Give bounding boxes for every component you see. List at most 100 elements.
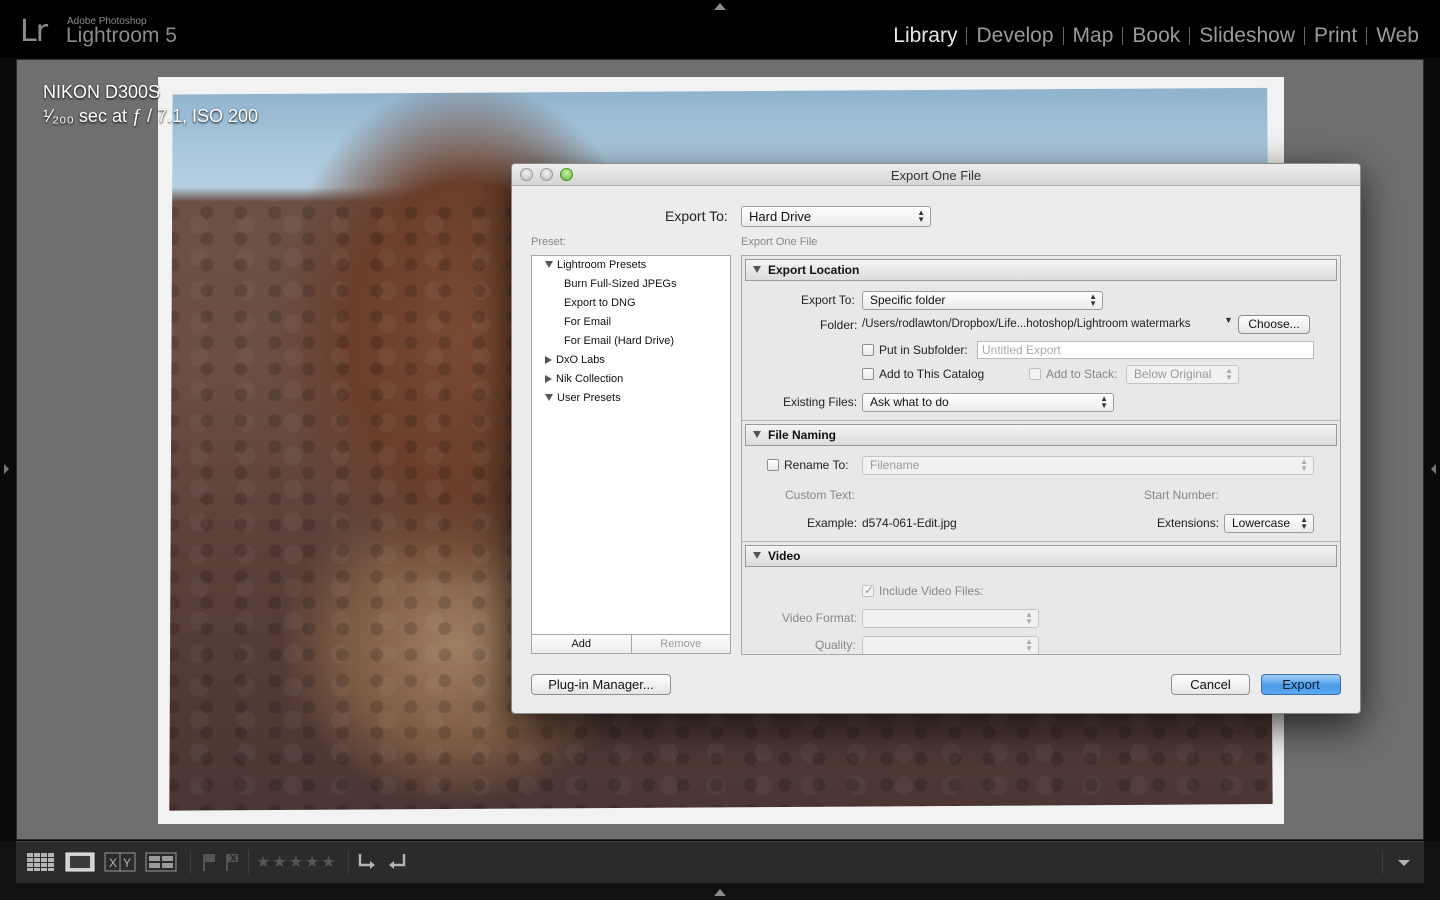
subfolder-checkbox[interactable]	[862, 344, 874, 356]
preset-folder-user[interactable]: User Presets	[545, 392, 621, 404]
add-to-catalog-label: Add to This Catalog	[879, 367, 985, 381]
collapse-top-panel-icon[interactable]	[714, 3, 726, 10]
add-to-stack-checkbox[interactable]	[1029, 368, 1041, 380]
camera-model: NIKON D300S	[43, 82, 161, 102]
disclosure-open-icon	[753, 552, 761, 559]
dialog-titlebar[interactable]: Export One File	[512, 164, 1360, 186]
existing-files-label: Existing Files:	[783, 395, 858, 409]
rename-template-select[interactable]: Filename ▲ ▼	[862, 456, 1314, 475]
example-filename: d574-061-Edit.jpg	[862, 516, 957, 530]
folder-history-icon[interactable]: ▼	[1224, 315, 1233, 325]
preset-buttons: Add Remove	[532, 634, 730, 653]
video-format-select[interactable]: ▲ ▼	[862, 609, 1039, 628]
preset-item[interactable]: For Email (Hard Drive)	[564, 335, 674, 347]
select-arrows-icon: ▲ ▼	[1025, 610, 1033, 626]
module-map[interactable]: Map	[1064, 24, 1123, 48]
expand-left-panel-icon[interactable]	[4, 464, 9, 474]
add-to-catalog-checkbox[interactable]	[862, 368, 874, 380]
select-arrows-icon: ▲ ▼	[1225, 366, 1233, 382]
extensions-select[interactable]: Lowercase ▲ ▼	[1224, 514, 1314, 533]
module-print[interactable]: Print	[1305, 24, 1366, 48]
module-slideshow[interactable]: Slideshow	[1190, 24, 1304, 48]
existing-files-select[interactable]: Ask what to do ▲ ▼	[862, 393, 1114, 412]
rotate-right-icon[interactable]	[386, 851, 408, 873]
lightroom-logo: Lr	[20, 14, 48, 49]
loupe-view-icon[interactable]	[65, 851, 95, 873]
collapse-filmstrip-icon[interactable]	[714, 889, 726, 896]
export-to-label: Export To:	[665, 208, 728, 224]
section-divider	[742, 420, 1340, 421]
compare-view-icon[interactable]: XY	[104, 851, 136, 873]
toolbar-content-menu-icon[interactable]	[1396, 851, 1412, 873]
include-video-checkbox[interactable]	[862, 583, 874, 597]
disclosure-closed-icon	[545, 375, 552, 383]
disclosure-closed-icon	[545, 356, 552, 364]
lightroom-window: Lr Adobe Photoshop Lightroom 5 Library D…	[0, 0, 1440, 900]
include-video-label: Include Video Files:	[879, 584, 984, 598]
top-bar: Lr Adobe Photoshop Lightroom 5 Library D…	[0, 0, 1440, 58]
module-web[interactable]: Web	[1367, 24, 1428, 48]
select-arrows-icon: ▲ ▼	[917, 208, 925, 224]
disclosure-open-icon	[753, 431, 761, 438]
quality-label: Quality:	[815, 638, 856, 652]
preset-item[interactable]: For Email	[564, 316, 611, 328]
export-button[interactable]: Export	[1261, 674, 1341, 695]
start-number-label: Start Number:	[1144, 488, 1219, 502]
disclosure-open-icon	[753, 266, 761, 273]
rating-stars[interactable]: ★★★★★	[256, 852, 338, 872]
subfolder-input[interactable]: Untitled Export	[977, 341, 1314, 359]
plugin-manager-button[interactable]: Plug-in Manager...	[531, 674, 671, 695]
rename-checkbox[interactable]	[767, 459, 779, 471]
section-divider	[742, 541, 1340, 542]
select-arrows-icon: ▲ ▼	[1100, 394, 1108, 410]
select-arrows-icon: ▲ ▼	[1300, 457, 1308, 473]
file-naming-header[interactable]: File Naming	[745, 424, 1337, 446]
subfolder-label: Put in Subfolder:	[879, 343, 968, 357]
choose-folder-button[interactable]: Choose...	[1238, 315, 1310, 334]
preset-item[interactable]: Export to DNG	[564, 297, 636, 309]
stack-position-select[interactable]: Below Original ▲ ▼	[1126, 365, 1239, 384]
video-header[interactable]: Video	[745, 545, 1337, 567]
add-preset-button[interactable]: Add	[532, 635, 632, 653]
export-location-header[interactable]: Export Location	[745, 259, 1337, 281]
export-dialog: Export One File Export To: Hard Drive ▲ ▼…	[511, 163, 1361, 714]
toolbar-divider	[248, 850, 249, 874]
preset-folder-lightroom[interactable]: Lightroom Presets	[545, 259, 646, 271]
export-to-select[interactable]: Hard Drive ▲ ▼	[741, 206, 931, 227]
module-develop[interactable]: Develop	[967, 24, 1062, 48]
exposure-info: ¹⁄₂₀₀ sec at ƒ / 7.1, ISO 200	[43, 106, 259, 126]
module-book[interactable]: Book	[1123, 24, 1189, 48]
preset-item[interactable]: Burn Full-Sized JPEGs	[564, 278, 676, 290]
toolbar-divider	[1382, 850, 1383, 874]
module-library[interactable]: Library	[884, 24, 966, 48]
remove-preset-button[interactable]: Remove	[631, 635, 730, 653]
select-arrows-icon: ▲ ▼	[1089, 292, 1097, 308]
select-arrows-icon: ▲ ▼	[1025, 637, 1033, 653]
flag-icon[interactable]	[201, 851, 217, 873]
location-export-to-label: Export To:	[801, 293, 855, 307]
extensions-label: Extensions:	[1157, 516, 1220, 530]
svg-text:X: X	[109, 856, 117, 870]
preset-folder-nik[interactable]: Nik Collection	[545, 373, 623, 385]
preset-folder-dxo[interactable]: DxO Labs	[545, 354, 605, 366]
expand-right-panel-icon[interactable]	[1431, 464, 1436, 474]
toolbar-divider	[348, 850, 349, 874]
survey-view-icon[interactable]	[145, 851, 177, 873]
export-settings-panel: Export Location Export To: Specific fold…	[741, 255, 1341, 655]
rotate-left-icon[interactable]	[356, 851, 378, 873]
reject-flag-icon[interactable]	[224, 851, 240, 873]
example-label: Example:	[807, 516, 858, 530]
toolbar-divider	[190, 850, 191, 874]
disclosure-open-icon	[545, 261, 553, 268]
video-format-label: Video Format:	[782, 611, 858, 625]
grid-view-icon[interactable]	[26, 851, 56, 873]
dialog-title: Export One File	[890, 168, 982, 183]
module-picker: Library Develop Map Book Slideshow Print…	[884, 24, 1428, 48]
toolbar: XY ★★★★★	[16, 841, 1424, 883]
quality-select[interactable]: ▲ ▼	[862, 636, 1039, 654]
brand-title: Lightroom 5	[66, 24, 177, 47]
custom-text-label: Custom Text:	[785, 488, 855, 502]
cancel-button[interactable]: Cancel	[1171, 674, 1250, 695]
location-export-to-select[interactable]: Specific folder ▲ ▼	[862, 291, 1103, 310]
folder-path[interactable]: /Users/rodlawton/Dropbox/Life...hotoshop…	[862, 318, 1191, 330]
